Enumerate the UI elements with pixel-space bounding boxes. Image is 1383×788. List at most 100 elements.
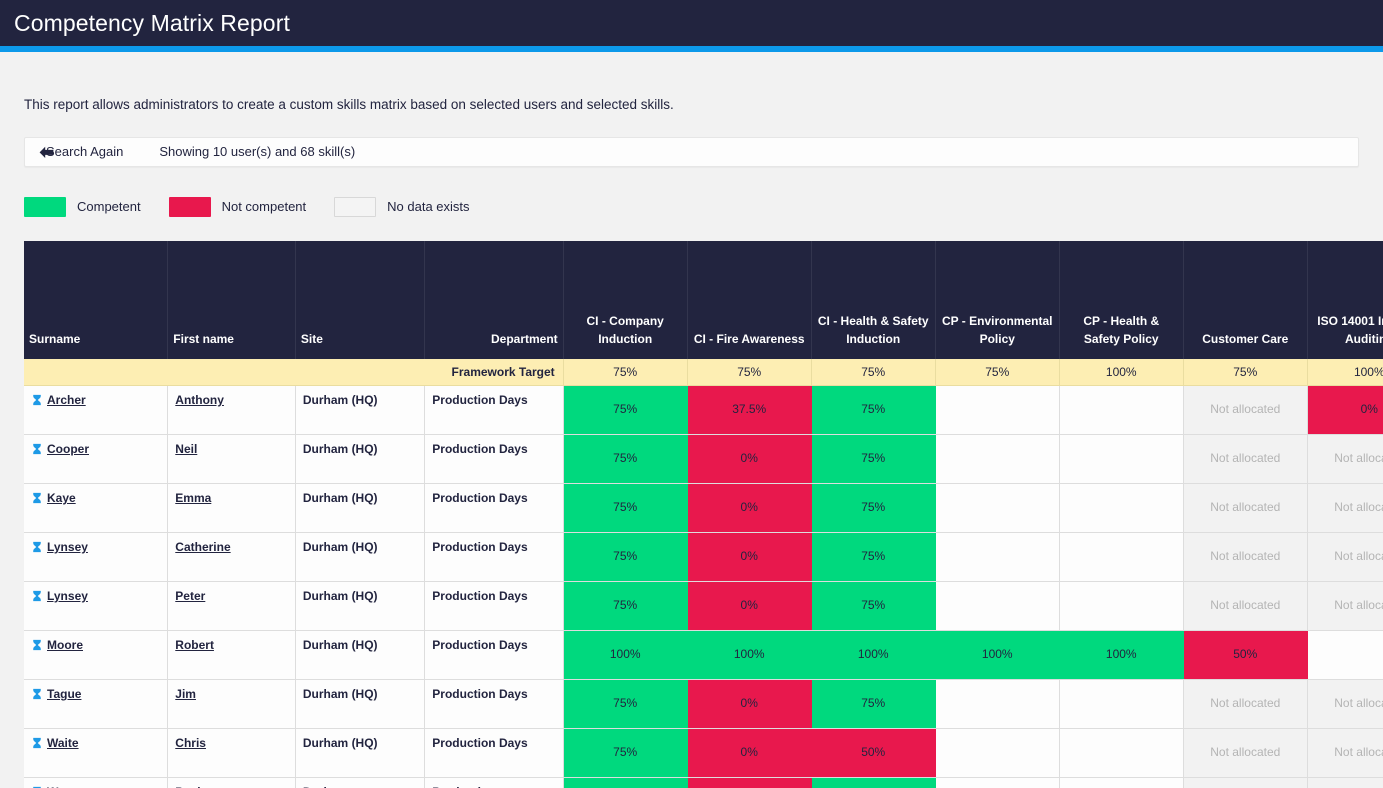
cell-skill-6-red[interactable]: 0% — [1307, 385, 1383, 435]
cell-first-name: Peter — [167, 581, 296, 631]
cell-skill-6-na[interactable]: Not allocated — [1307, 777, 1383, 788]
cell-skill-6-na[interactable]: Not allocated — [1307, 728, 1383, 778]
cell-first-name: Jim — [167, 679, 296, 729]
cell-skill-1-green[interactable]: 100% — [687, 630, 812, 680]
cell-skill-5-na[interactable]: Not allocated — [1183, 679, 1308, 729]
column-header-site[interactable]: Site — [295, 240, 426, 359]
cell-skill-1-red[interactable]: 0% — [687, 777, 812, 788]
user-surname-link[interactable]: Tague — [47, 687, 81, 701]
cell-skill-1-red[interactable]: 0% — [687, 728, 812, 778]
user-firstname-link[interactable]: Robert — [175, 638, 214, 652]
cell-skill-3-green[interactable]: 100% — [935, 630, 1060, 680]
user-surname-link[interactable]: Lynsey — [47, 589, 88, 603]
cell-skill-2-green[interactable]: 75% — [811, 385, 936, 435]
column-header-first-name[interactable]: First name — [167, 240, 296, 359]
user-firstname-link[interactable]: Emma — [175, 491, 211, 505]
user-firstname-link[interactable]: Peter — [175, 589, 205, 603]
cell-skill-4-blank[interactable] — [1059, 581, 1184, 631]
cell-skill-5-na[interactable]: Not allocated — [1183, 434, 1308, 484]
cell-skill-4-blank[interactable] — [1059, 385, 1184, 435]
cell-skill-0-green[interactable]: 75% — [563, 385, 688, 435]
cell-skill-3-blank[interactable] — [935, 728, 1060, 778]
column-header-surname[interactable]: Surname — [24, 240, 169, 359]
cell-skill-6-na[interactable]: Not allocated — [1307, 532, 1383, 582]
cell-skill-0-green[interactable]: 75% — [563, 532, 688, 582]
cell-skill-3-blank[interactable] — [935, 581, 1060, 631]
user-firstname-link[interactable]: Catherine — [175, 540, 230, 554]
cell-skill-5-na[interactable]: Not allocated — [1183, 483, 1308, 533]
cell-skill-1-red[interactable]: 0% — [687, 532, 812, 582]
user-surname-link[interactable]: Kaye — [47, 491, 76, 505]
table-row: Moore Robert Durham (HQ) Production Days 100… — [24, 630, 1383, 680]
cell-skill-2-green[interactable]: 100% — [811, 630, 936, 680]
cell-skill-5-na[interactable]: Not allocated — [1183, 728, 1308, 778]
cell-skill-5-red[interactable]: 50% — [1183, 630, 1308, 680]
cell-skill-4-blank[interactable] — [1059, 434, 1184, 484]
column-header-skill-2[interactable]: CI - Health & Safety Induction — [811, 240, 936, 359]
cell-skill-5-na[interactable]: Not allocated — [1183, 581, 1308, 631]
cell-skill-4-blank[interactable] — [1059, 483, 1184, 533]
cell-skill-5-na[interactable]: Not allocated — [1183, 532, 1308, 582]
cell-skill-1-red[interactable]: 0% — [687, 679, 812, 729]
cell-skill-5-na[interactable]: Not allocated — [1183, 385, 1308, 435]
cell-skill-6-blank[interactable] — [1307, 630, 1383, 680]
cell-skill-1-red[interactable]: 37.5% — [687, 385, 812, 435]
cell-skill-3-blank[interactable] — [935, 434, 1060, 484]
cell-skill-5-na[interactable]: Not allocated — [1183, 777, 1308, 788]
cell-skill-3-blank[interactable] — [935, 679, 1060, 729]
cell-skill-4-blank[interactable] — [1059, 679, 1184, 729]
cell-skill-2-green[interactable]: 75% — [811, 434, 936, 484]
legend-item-no-data: No data exists — [334, 196, 497, 217]
cell-department: Production Days — [424, 581, 564, 631]
user-firstname-link[interactable]: Chris — [175, 736, 206, 750]
cell-skill-2-green[interactable]: 75% — [811, 532, 936, 582]
user-surname-link[interactable]: Moore — [47, 638, 83, 652]
column-header-department[interactable]: Department — [424, 240, 564, 359]
user-surname-link[interactable]: Cooper — [47, 442, 89, 456]
cell-skill-3-blank[interactable] — [935, 483, 1060, 533]
user-firstname-link[interactable]: Jim — [175, 687, 196, 701]
cell-skill-2-green[interactable]: 75% — [811, 483, 936, 533]
cell-skill-1-red[interactable]: 0% — [687, 483, 812, 533]
cell-skill-6-na[interactable]: Not allocated — [1307, 679, 1383, 729]
user-surname-link[interactable]: Lynsey — [47, 540, 88, 554]
cell-skill-4-green[interactable]: 100% — [1059, 630, 1184, 680]
cell-skill-3-blank[interactable] — [935, 532, 1060, 582]
cell-skill-0-green[interactable]: 75% — [563, 581, 688, 631]
column-header-skill-1[interactable]: CI - Fire Awareness — [687, 240, 812, 359]
user-firstname-link[interactable]: Neil — [175, 442, 197, 456]
cell-skill-4-blank[interactable] — [1059, 532, 1184, 582]
table-row: WatersPaulDurhamProduction75%0%75%Not al… — [24, 777, 1383, 788]
cell-skill-0-green[interactable]: 75% — [563, 483, 688, 533]
cell-skill-6-na[interactable]: Not allocated — [1307, 434, 1383, 484]
column-header-skill-4[interactable]: CP - Health & Safety Policy — [1059, 240, 1184, 359]
user-surname-link[interactable]: Archer — [47, 393, 86, 407]
cell-skill-1-red[interactable]: 0% — [687, 434, 812, 484]
column-header-skill-6[interactable]: ISO 14001 Internal Auditing — [1307, 240, 1383, 359]
cell-site: Durham (HQ) — [295, 483, 426, 533]
cell-skill-1-red[interactable]: 0% — [687, 581, 812, 631]
cell-skill-2-green[interactable]: 75% — [811, 581, 936, 631]
user-firstname-link[interactable]: Anthony — [175, 393, 224, 407]
cell-skill-0-green[interactable]: 75% — [563, 434, 688, 484]
cell-skill-2-red[interactable]: 50% — [811, 728, 936, 778]
cell-skill-3-blank[interactable] — [935, 777, 1060, 788]
cell-skill-0-green[interactable]: 100% — [563, 630, 688, 680]
cell-skill-2-green[interactable]: 75% — [811, 679, 936, 729]
cell-skill-6-na[interactable]: Not allocated — [1307, 483, 1383, 533]
column-header-skill-3[interactable]: CP - Environmental Policy — [935, 240, 1060, 359]
cell-skill-4-blank[interactable] — [1059, 777, 1184, 788]
legend-item-competent: Competent — [24, 196, 169, 217]
search-again-button[interactable]: Search Again — [25, 144, 137, 159]
competency-matrix-scroll-area[interactable]: Surname First name Site Department CI - Comp… — [24, 240, 1383, 788]
cell-skill-2-green[interactable]: 75% — [811, 777, 936, 788]
column-header-skill-0[interactable]: CI - Company Induction — [563, 240, 688, 359]
cell-skill-3-blank[interactable] — [935, 385, 1060, 435]
user-surname-link[interactable]: Waite — [47, 736, 79, 750]
cell-skill-0-green[interactable]: 75% — [563, 679, 688, 729]
cell-skill-0-green[interactable]: 75% — [563, 777, 688, 788]
cell-skill-0-green[interactable]: 75% — [563, 728, 688, 778]
column-header-skill-5[interactable]: Customer Care — [1183, 240, 1308, 359]
cell-skill-6-na[interactable]: Not allocated — [1307, 581, 1383, 631]
cell-skill-4-blank[interactable] — [1059, 728, 1184, 778]
